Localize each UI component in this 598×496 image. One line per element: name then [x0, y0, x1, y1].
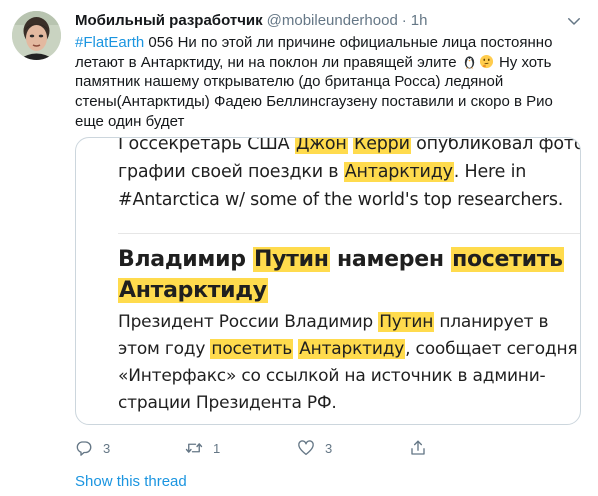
body-line: «Интерфакс» со ссылкой на источник в адм… — [118, 366, 546, 386]
penguin-icon — [462, 54, 477, 69]
reply-button[interactable]: 3 — [75, 438, 110, 458]
highlight-word: посетить — [451, 247, 564, 272]
retweet-button[interactable]: 1 — [185, 438, 220, 458]
show-thread-link[interactable]: Show this thread — [75, 472, 187, 492]
headline-line: Антарктиду — [118, 275, 558, 306]
like-button[interactable]: 3 — [297, 438, 332, 458]
thinking-face-icon — [479, 54, 494, 69]
hashtag-link[interactable]: #FlatEarth — [75, 34, 144, 51]
tweet-timestamp[interactable]: 1h — [411, 12, 428, 29]
heart-icon — [298, 440, 314, 456]
separator-dot: · — [401, 12, 407, 29]
snippet-text: графии своей поездки в — [118, 162, 344, 182]
share-button[interactable] — [409, 438, 427, 458]
headline-line: Владимир Путин намерен посетить — [118, 244, 564, 275]
share-icon — [411, 440, 425, 455]
highlight-word: Путин — [253, 247, 330, 272]
body-line: этом году посетить Антарктиду, сообщает … — [118, 336, 578, 363]
author-name[interactable]: Мобильный разработчик — [75, 12, 263, 29]
retweet-count: 1 — [213, 440, 221, 456]
image-headline: Владимир Путин намерен посетить Антаркти… — [118, 244, 564, 306]
body-text: Президент России Владимир — [118, 312, 379, 332]
author-handle[interactable]: @mobileunderhood — [267, 12, 398, 29]
highlight-word: Путин — [378, 312, 435, 332]
tweet-image[interactable]: Госсекретарь США Джон Керри опубликовал … — [75, 137, 581, 425]
tweet-actions: 3 1 3 — [75, 438, 580, 458]
snippet-line: Госсекретарь США Джон Керри опубликовал … — [118, 137, 581, 158]
like-count: 3 — [325, 440, 333, 456]
highlight-word: Антарктиду — [118, 278, 268, 303]
avatar[interactable] — [12, 11, 61, 60]
highlight-word: Антарктиду — [343, 162, 454, 182]
snippet-text: опубликовал фото- — [410, 137, 581, 154]
snippet-line: графии своей поездки в Антарктиду. Here … — [118, 158, 578, 186]
body-text: планирует в — [434, 312, 549, 332]
body-text: этом году — [118, 339, 211, 359]
image-snippet-top: Госсекретарь США Джон Керри опубликовал … — [118, 137, 581, 214]
headline-text: Владимир — [118, 247, 254, 272]
image-divider — [118, 233, 580, 234]
body-line: страции Президента РФ. — [118, 393, 337, 413]
highlight-word: посетить — [210, 339, 294, 359]
avatar-image — [12, 11, 61, 60]
highlight-word: Джон — [294, 138, 348, 154]
reply-count: 3 — [103, 440, 111, 456]
headline-text: намерен — [329, 247, 452, 272]
highlight-word: Антарктиду — [298, 339, 406, 359]
tweet-header: Мобильный разработчик @mobileunderhood · 1h — [75, 11, 545, 31]
image-body-text: Президент России Владимир Путин планируе… — [118, 309, 578, 417]
tweet[interactable]: Мобильный разработчик @mobileunderhood · 1h… — [0, 0, 598, 496]
body-text: , сообщает сегодня — [405, 339, 578, 359]
chevron-down-icon — [568, 18, 580, 25]
snippet-text: Госсекретарь США — [118, 137, 295, 154]
snippet-line: #Antarctica w/ some of the world's top r… — [118, 190, 564, 210]
highlight-word: Керри — [352, 138, 411, 154]
reply-icon — [76, 441, 92, 456]
body-line: Президент России Владимир Путин планируе… — [118, 309, 568, 336]
snippet-text: . Here in — [453, 162, 527, 182]
more-options-button[interactable] — [565, 12, 583, 30]
tweet-text: #FlatEarth 056 Ни по этой ли причине офи… — [75, 33, 580, 132]
retweet-icon — [185, 443, 203, 453]
